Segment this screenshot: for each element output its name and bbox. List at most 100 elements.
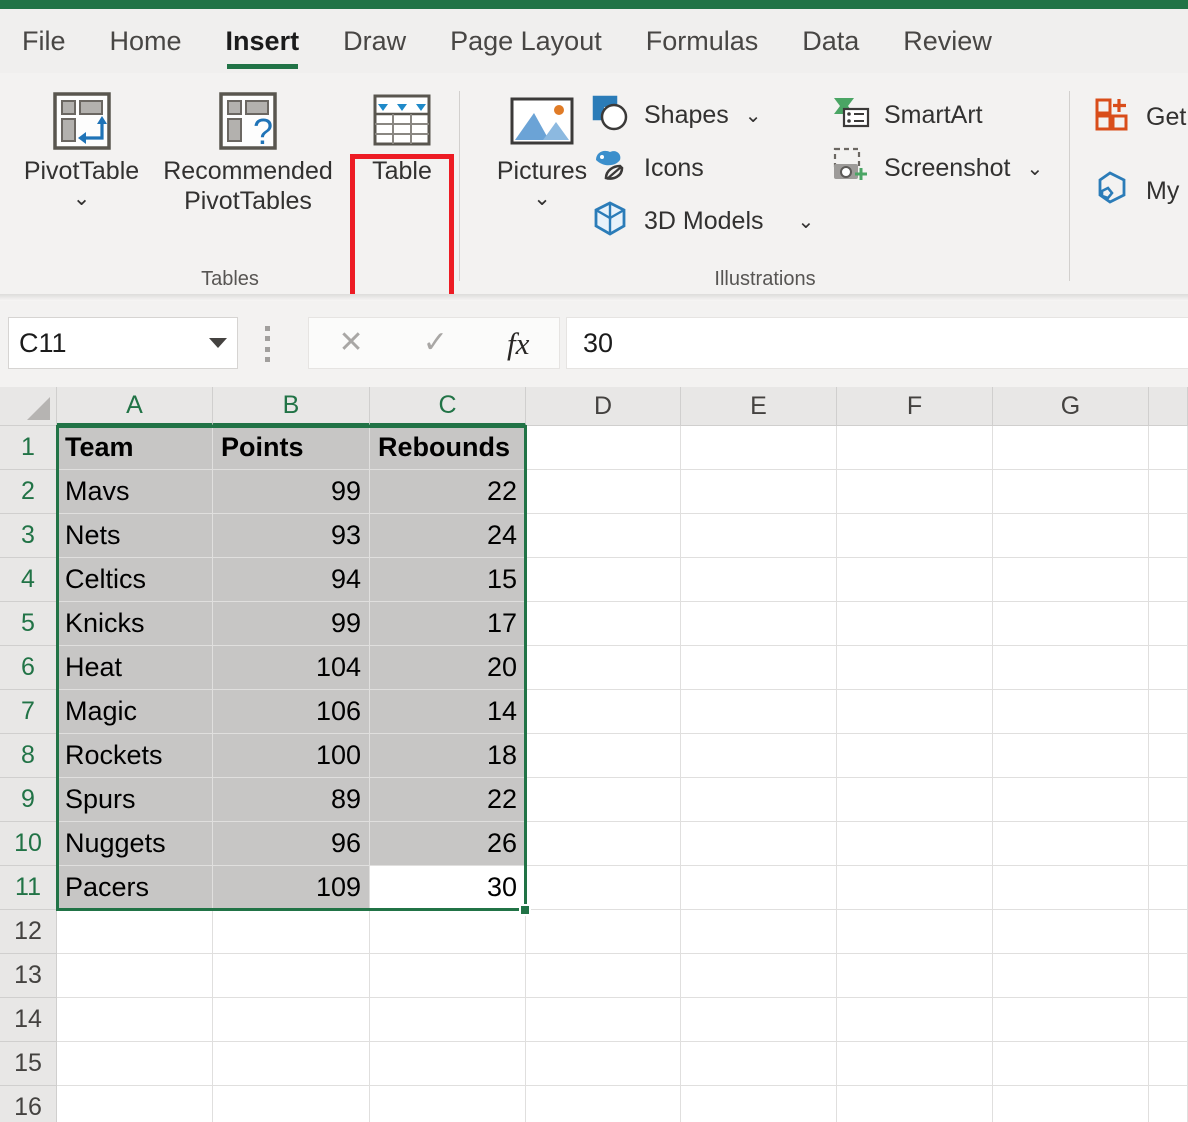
cell[interactable] xyxy=(681,998,837,1042)
select-all-corner[interactable] xyxy=(0,387,57,426)
cell[interactable]: 26 xyxy=(370,822,526,866)
cell[interactable] xyxy=(57,1042,213,1086)
cell[interactable] xyxy=(993,690,1149,734)
cell[interactable] xyxy=(837,734,993,778)
cell[interactable] xyxy=(526,954,681,998)
cell[interactable]: 22 xyxy=(370,470,526,514)
ribbon-tab-review[interactable]: Review xyxy=(881,9,1014,73)
cell[interactable]: 106 xyxy=(213,690,370,734)
cell[interactable] xyxy=(1149,1086,1188,1122)
cell[interactable] xyxy=(993,514,1149,558)
cell[interactable] xyxy=(993,778,1149,822)
cell[interactable] xyxy=(526,998,681,1042)
cell[interactable] xyxy=(526,646,681,690)
column-header-G[interactable]: G xyxy=(993,387,1149,426)
cell[interactable] xyxy=(526,690,681,734)
cell[interactable] xyxy=(213,1042,370,1086)
cell[interactable] xyxy=(837,426,993,470)
cell[interactable] xyxy=(681,822,837,866)
my-addins-button[interactable]: My xyxy=(1092,169,1179,214)
row-header-10[interactable]: 10 xyxy=(0,822,57,866)
cell[interactable] xyxy=(993,1042,1149,1086)
column-header-E[interactable]: E xyxy=(681,387,837,426)
cell[interactable] xyxy=(681,690,837,734)
pictures-button[interactable]: Pictures ⌄ xyxy=(482,85,602,209)
cell[interactable] xyxy=(57,998,213,1042)
ribbon-tab-home[interactable]: Home xyxy=(88,9,204,73)
cell[interactable] xyxy=(681,558,837,602)
cell[interactable]: Knicks xyxy=(57,602,213,646)
row-header-7[interactable]: 7 xyxy=(0,690,57,734)
cell[interactable] xyxy=(1149,690,1188,734)
cell[interactable]: 99 xyxy=(213,602,370,646)
cell[interactable] xyxy=(526,910,681,954)
icons-button[interactable]: Icons xyxy=(590,146,704,191)
column-header-A[interactable]: A xyxy=(57,387,213,426)
cell[interactable]: 22 xyxy=(370,778,526,822)
ribbon-tab-file[interactable]: File xyxy=(0,9,88,73)
cell[interactable] xyxy=(526,1042,681,1086)
chevron-down-icon[interactable]: ⌄ xyxy=(1026,156,1043,181)
cell[interactable] xyxy=(837,866,993,910)
cell[interactable]: 17 xyxy=(370,602,526,646)
cell[interactable]: Rockets xyxy=(57,734,213,778)
cell[interactable]: 99 xyxy=(213,470,370,514)
ribbon-tab-data[interactable]: Data xyxy=(780,9,881,73)
cell[interactable] xyxy=(57,910,213,954)
cell[interactable] xyxy=(1149,866,1188,910)
name-box[interactable]: C11 xyxy=(8,317,238,369)
get-addins-button[interactable]: Get xyxy=(1092,95,1186,140)
cell[interactable] xyxy=(1149,910,1188,954)
formula-bar-drag-handle[interactable] xyxy=(265,326,270,362)
row-header-5[interactable]: 5 xyxy=(0,602,57,646)
cell[interactable]: 93 xyxy=(213,514,370,558)
cell[interactable] xyxy=(681,1086,837,1122)
cell[interactable] xyxy=(681,426,837,470)
cell[interactable]: 24 xyxy=(370,514,526,558)
cell[interactable]: 20 xyxy=(370,646,526,690)
cell[interactable] xyxy=(837,998,993,1042)
cell[interactable] xyxy=(1149,998,1188,1042)
cell[interactable]: 109 xyxy=(213,866,370,910)
cell[interactable] xyxy=(1149,822,1188,866)
table-button[interactable]: Table xyxy=(357,85,447,187)
cell[interactable]: Heat xyxy=(57,646,213,690)
cell[interactable] xyxy=(526,1086,681,1122)
cell[interactable] xyxy=(681,1042,837,1086)
column-header-F[interactable]: F xyxy=(837,387,993,426)
cell[interactable] xyxy=(681,602,837,646)
cell[interactable] xyxy=(681,778,837,822)
cell[interactable] xyxy=(57,954,213,998)
cell[interactable] xyxy=(837,514,993,558)
cell[interactable] xyxy=(993,470,1149,514)
row-header-2[interactable]: 2 xyxy=(0,470,57,514)
ribbon-tab-formulas[interactable]: Formulas xyxy=(624,9,781,73)
cell[interactable]: Nuggets xyxy=(57,822,213,866)
insert-function-icon[interactable]: fx xyxy=(507,328,529,359)
cell[interactable] xyxy=(993,602,1149,646)
cell[interactable] xyxy=(837,470,993,514)
cell[interactable] xyxy=(1149,558,1188,602)
cell[interactable] xyxy=(213,910,370,954)
cell[interactable] xyxy=(370,1042,526,1086)
cell[interactable]: Celtics xyxy=(57,558,213,602)
cell[interactable] xyxy=(837,910,993,954)
cell[interactable] xyxy=(213,1086,370,1122)
cell[interactable] xyxy=(837,822,993,866)
cell[interactable] xyxy=(370,910,526,954)
cell[interactable] xyxy=(1149,954,1188,998)
column-header-C[interactable]: C xyxy=(370,387,526,426)
cell[interactable] xyxy=(213,998,370,1042)
cell[interactable] xyxy=(837,778,993,822)
cell[interactable]: 18 xyxy=(370,734,526,778)
cell[interactable]: Team xyxy=(57,426,213,470)
cell[interactable] xyxy=(681,866,837,910)
cell[interactable] xyxy=(526,822,681,866)
cell[interactable]: 14 xyxy=(370,690,526,734)
active-cell[interactable]: 30 xyxy=(370,866,526,910)
column-header-partial[interactable] xyxy=(1149,387,1188,426)
ribbon-tab-page-layout[interactable]: Page Layout xyxy=(428,9,624,73)
cell[interactable]: Spurs xyxy=(57,778,213,822)
cell[interactable] xyxy=(837,558,993,602)
cell[interactable] xyxy=(526,778,681,822)
